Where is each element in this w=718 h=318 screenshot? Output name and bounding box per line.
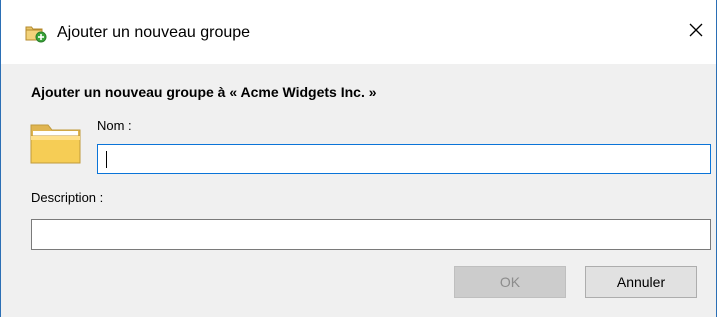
title-bar[interactable]: Ajouter un nouveau groupe	[1, 0, 716, 64]
description-label: Description :	[31, 190, 104, 205]
folder-add-icon	[25, 23, 47, 43]
folder-icon	[30, 121, 82, 165]
window-title: Ajouter un nouveau groupe	[57, 24, 251, 41]
cancel-button[interactable]: Annuler	[585, 266, 697, 298]
description-input[interactable]	[31, 219, 711, 250]
name-input[interactable]	[97, 144, 711, 174]
dialog-body: Ajouter un nouveau groupe à « Acme Widge…	[1, 64, 716, 317]
dialog-window: Ajouter un nouveau groupe Ajouter un nou…	[0, 0, 717, 317]
name-label: Nom :	[97, 118, 132, 133]
dialog-heading: Ajouter un nouveau groupe à « Acme Widge…	[31, 84, 377, 100]
text-caret	[106, 151, 107, 168]
ok-button[interactable]: OK	[454, 266, 566, 298]
close-icon[interactable]	[684, 18, 708, 42]
